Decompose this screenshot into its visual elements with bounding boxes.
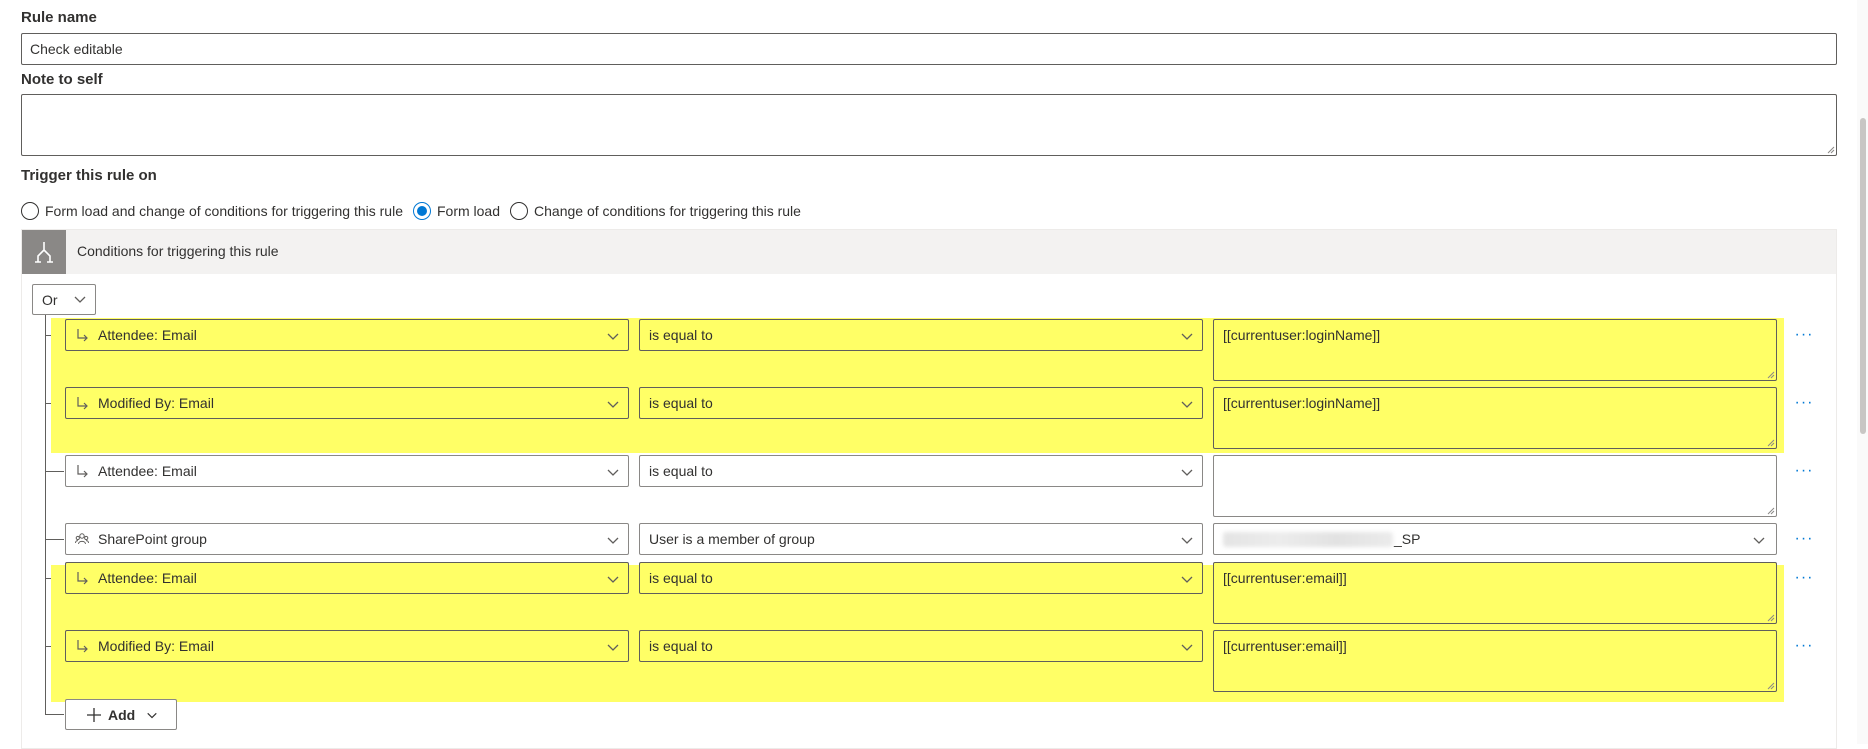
radio-circle-checked[interactable] [412,202,431,220]
condition-field-dropdown[interactable]: Attendee: Email [65,562,629,594]
field-name: Attendee: Email [98,327,197,343]
resize-handle-icon[interactable] [1766,438,1775,447]
more-options-icon[interactable]: ··· [1793,567,1815,589]
conditions-title: Conditions for triggering this rule [77,243,279,259]
radio-label: Form load [436,203,501,219]
condition-comparison-dropdown[interactable]: is equal to [639,319,1203,351]
chevron-down-icon [607,644,619,651]
chevron-down-icon [1181,401,1193,408]
condition-value-textarea[interactable]: [[currentuser:loginName]] [1213,387,1777,449]
chevron-down-icon [1181,644,1193,651]
condition-field-dropdown[interactable]: SharePoint group [65,523,629,555]
comparison-value: is equal to [649,327,713,343]
radio-label: Form load and change of conditions for t… [45,203,403,219]
chevron-down-icon [607,576,619,583]
resize-handle-icon[interactable] [1766,681,1775,690]
field-name: SharePoint group [98,531,207,547]
radio-change-of-conditions[interactable]: Change of conditions for triggering this… [510,202,801,220]
more-options-icon[interactable]: ··· [1793,635,1815,657]
condition-field-dropdown[interactable]: Modified By: Email [65,387,629,419]
sharepoint-group-dropdown[interactable]: _SP [1213,523,1777,555]
chevron-down-icon [1181,469,1193,476]
trigger-label: Trigger this rule on [21,167,157,184]
note-textarea[interactable] [21,94,1837,156]
resize-handle-icon[interactable] [1766,613,1775,622]
comparison-value: is equal to [649,570,713,586]
chevron-down-icon [1753,537,1765,544]
radio-form-load-and-change[interactable]: Form load and change of conditions for t… [21,202,403,220]
condition-comparison-dropdown[interactable]: is equal to [639,387,1203,419]
condition-comparison-dropdown[interactable]: is equal to [639,630,1203,662]
radio-circle[interactable] [21,202,39,220]
chevron-down-icon [1181,333,1193,340]
condition-comparison-dropdown[interactable]: is equal to [639,455,1203,487]
scrollbar-thumb[interactable] [1860,118,1866,434]
condition-comparison-dropdown[interactable]: is equal to [639,562,1203,594]
logical-operator-dropdown[interactable]: Or [32,284,96,315]
field-name: Modified By: Email [98,638,214,654]
condition-value-textarea[interactable]: [[currentuser:email]] [1213,562,1777,624]
chevron-down-icon [607,537,619,544]
radio-form-load[interactable]: Form load [412,202,501,220]
chevron-down-icon [607,469,619,476]
conditions-header: Conditions for triggering this rule [22,230,1836,274]
more-options-icon[interactable]: ··· [1793,460,1815,482]
chevron-down-icon [1181,576,1193,583]
field-reference-icon [75,328,89,342]
resize-handle-icon[interactable] [1766,506,1775,515]
condition-value: [[currentuser:loginName]] [1223,327,1381,343]
field-reference-icon [75,639,89,653]
condition-value-textarea[interactable] [1213,455,1777,517]
tree-connector [45,312,46,714]
add-label: Add [108,706,136,723]
condition-field-dropdown[interactable]: Modified By: Email [65,630,629,662]
field-reference-icon [75,464,89,478]
condition-field-dropdown[interactable]: Attendee: Email [65,319,629,351]
condition-value: [[currentuser:email]] [1223,570,1347,586]
condition-comparison-dropdown[interactable]: User is a member of group [639,523,1203,555]
tree-branch [45,714,64,715]
condition-value-textarea[interactable]: [[currentuser:loginName]] [1213,319,1777,381]
condition-value: [[currentuser:loginName]] [1223,395,1381,411]
note-label: Note to self [21,71,103,88]
more-options-icon[interactable]: ··· [1793,324,1815,346]
blurred-group-name [1223,532,1393,547]
comparison-value: User is a member of group [649,531,815,547]
people-group-icon [75,532,89,546]
comparison-value: is equal to [649,638,713,654]
rule-name-label: Rule name [21,9,97,26]
trigger-radio-group: Form load and change of conditions for t… [21,200,811,222]
tree-branch [45,471,64,472]
more-options-icon[interactable]: ··· [1793,392,1815,414]
tree-branch [45,539,64,540]
chevron-down-icon [147,712,157,719]
resize-handle-icon[interactable] [1766,370,1775,379]
radio-circle[interactable] [510,202,529,220]
resize-handle-icon[interactable] [1826,145,1835,154]
field-name: Attendee: Email [98,570,197,586]
rule-name-input[interactable] [21,33,1837,65]
branch-icon [22,230,66,274]
condition-field-dropdown[interactable]: Attendee: Email [65,455,629,487]
chevron-down-icon [1181,537,1193,544]
chevron-down-icon [607,401,619,408]
comparison-value: is equal to [649,463,713,479]
field-name: Modified By: Email [98,395,214,411]
plus-icon [86,707,102,723]
operator-value: Or [42,291,58,308]
group-name-suffix: _SP [1394,531,1421,547]
field-reference-icon [75,571,89,585]
chevron-down-icon [607,333,619,340]
comparison-value: is equal to [649,395,713,411]
radio-label: Change of conditions for triggering this… [534,203,801,219]
condition-value: [[currentuser:email]] [1223,638,1347,654]
condition-value-textarea[interactable]: [[currentuser:email]] [1213,630,1777,692]
field-reference-icon [75,396,89,410]
chevron-down-icon [74,296,86,303]
more-options-icon[interactable]: ··· [1793,528,1815,550]
add-condition-button[interactable]: Add [65,699,177,730]
field-name: Attendee: Email [98,463,197,479]
